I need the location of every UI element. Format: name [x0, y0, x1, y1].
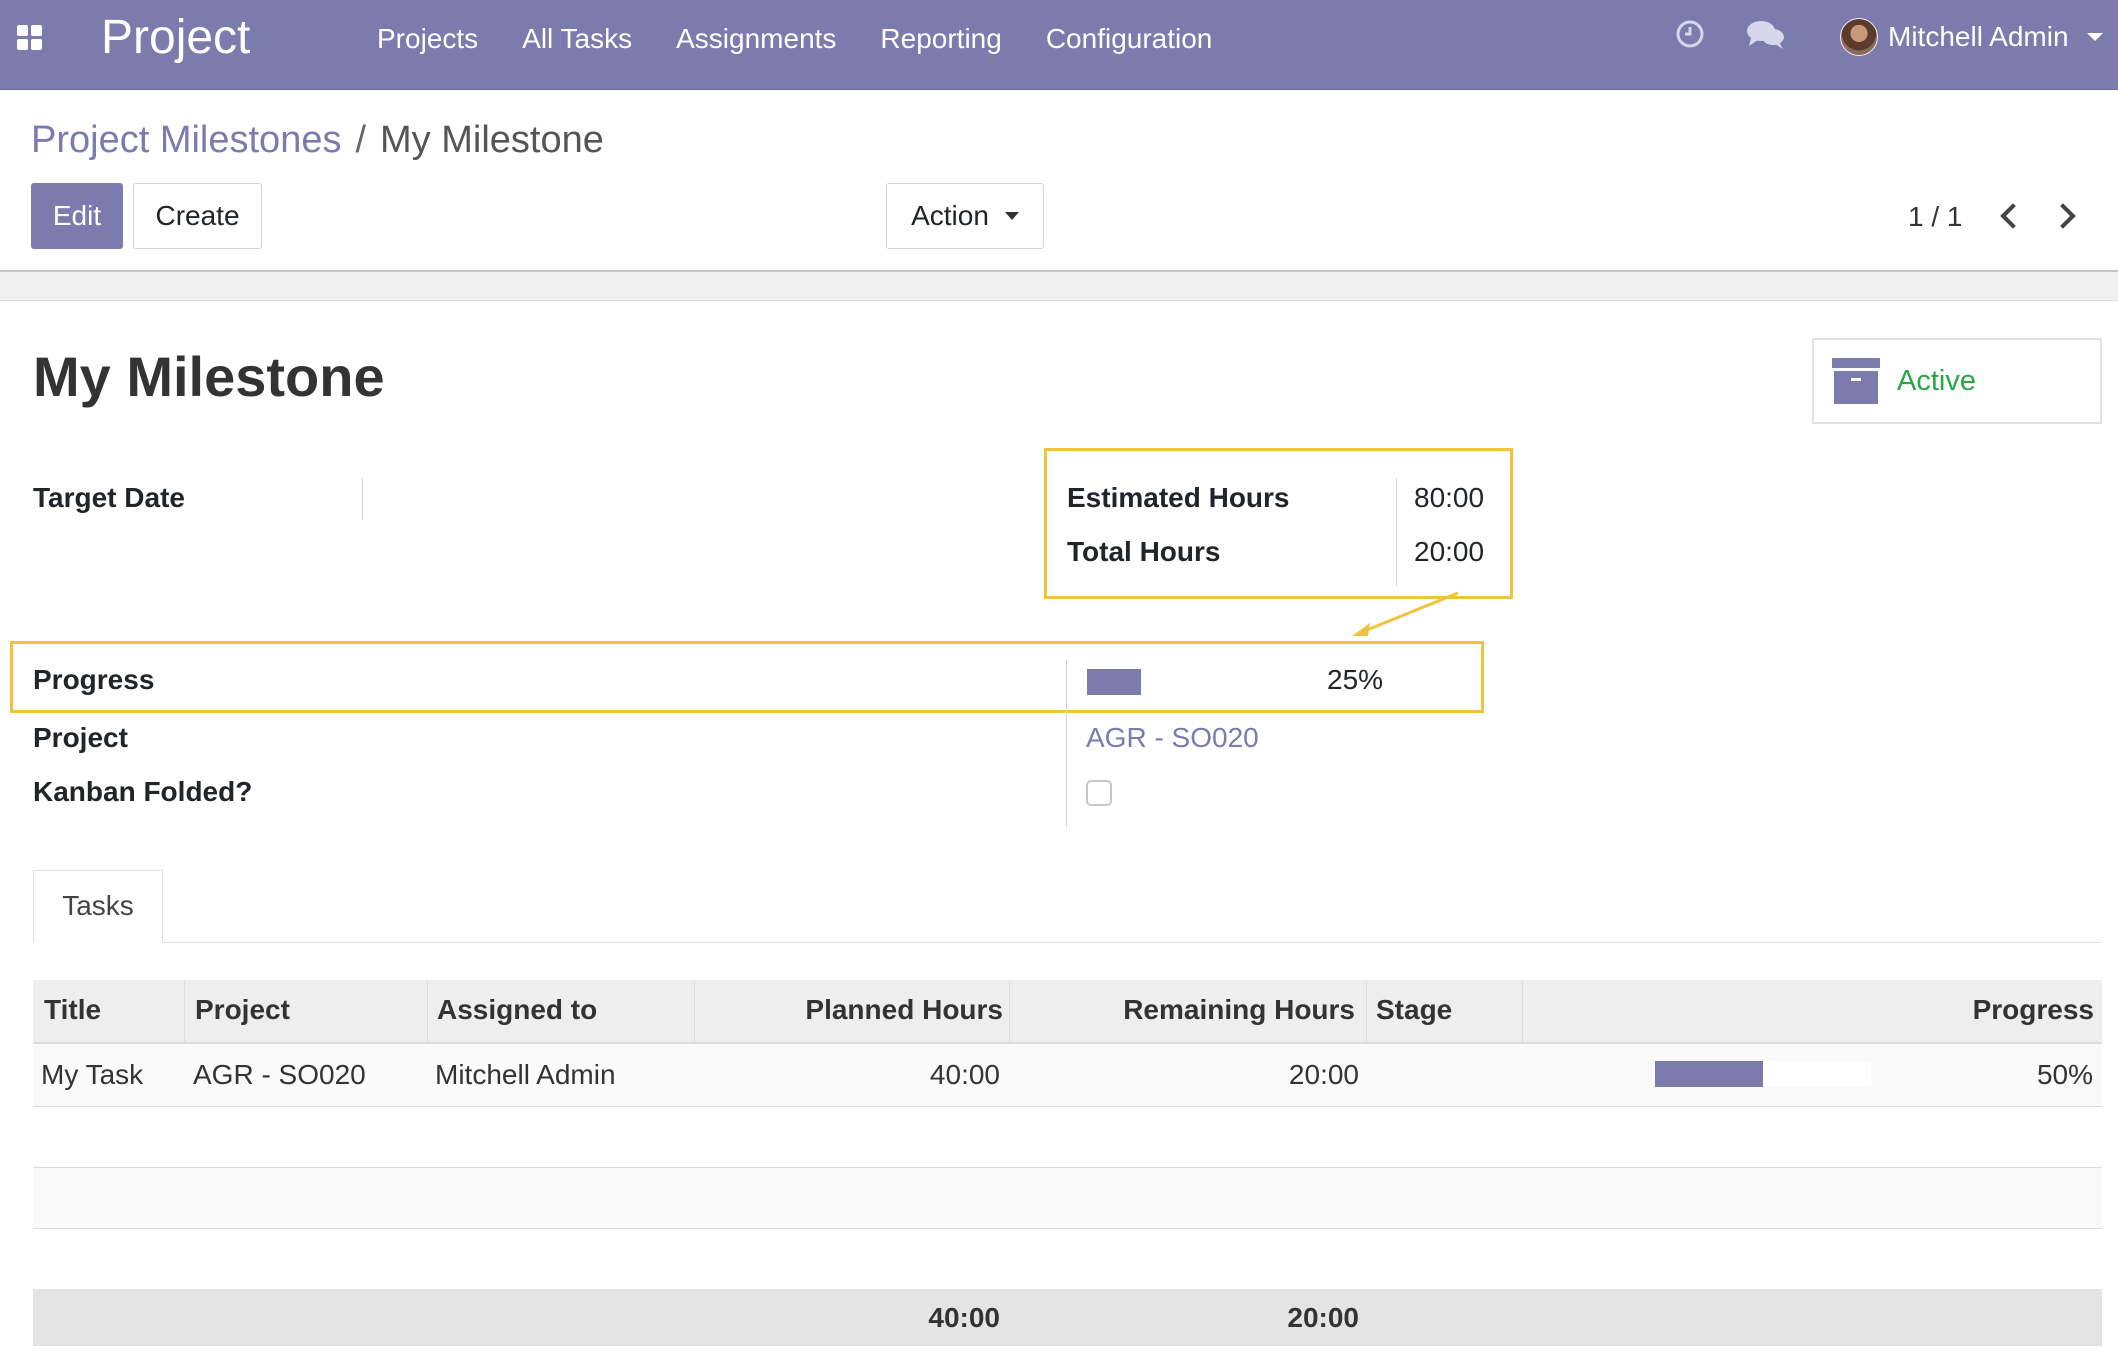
menu-reporting[interactable]: Reporting [880, 0, 1001, 77]
task-title-cell: My Task [41, 1059, 144, 1090]
breadcrumb-parent[interactable]: Project Milestones [31, 119, 341, 161]
breadcrumb-current: My Milestone [380, 119, 604, 161]
active-toggle-button[interactable]: Active [1812, 338, 2102, 424]
column-assigned-to[interactable]: Assigned to [437, 980, 597, 1042]
project-label: Project [33, 722, 128, 753]
tasks-table-header: Title Project Assigned to Planned Hours … [33, 980, 2102, 1044]
task-progress-value: 50% [2036, 1059, 2093, 1090]
caret-down-icon [1004, 211, 1019, 220]
user-name: Mitchell Admin [1888, 21, 2069, 52]
progress-label: Progress [33, 664, 155, 695]
task-progress-track [1655, 1061, 1871, 1087]
total-hours-label: Total Hours [1067, 536, 1221, 567]
top-navbar: Project Projects All Tasks Assignments R… [0, 0, 2118, 90]
column-title[interactable]: Title [44, 980, 101, 1042]
create-button[interactable]: Create [133, 183, 262, 249]
total-planned-hours: 40:00 [928, 1302, 1000, 1333]
hours-highlight-box [1044, 448, 1513, 599]
clock-icon[interactable] [1674, 18, 1706, 55]
menu-assignments[interactable]: Assignments [676, 0, 836, 77]
column-planned-hours[interactable]: Planned Hours [695, 980, 1009, 1042]
kanban-folded-label: Kanban Folded? [33, 776, 253, 807]
breadcrumb: Project Milestones / My Milestone [31, 117, 604, 163]
column-divider [1366, 980, 1367, 1042]
menu-all-tasks[interactable]: All Tasks [522, 0, 632, 77]
task-remaining-hours-cell: 20:00 [1288, 1059, 1359, 1090]
task-planned-hours-cell: 40:00 [929, 1059, 1000, 1090]
chevron-down-icon [2086, 33, 2103, 41]
chevron-left-icon [2000, 203, 2026, 229]
progress-bar [1087, 669, 1141, 695]
estimated-hours-label: Estimated Hours [1067, 482, 1290, 513]
annotation-arrow-icon [1352, 591, 1459, 636]
tab-tasks[interactable]: Tasks [33, 870, 163, 943]
column-divider [427, 980, 428, 1042]
column-stage[interactable]: Stage [1376, 980, 1452, 1042]
task-progress-bar [1655, 1061, 1763, 1087]
empty-table-row [33, 1168, 2102, 1229]
app-name[interactable]: Project [101, 8, 250, 68]
pager-value[interactable]: 1 / 1 [1908, 200, 1962, 234]
column-remaining-hours[interactable]: Remaining Hours [1010, 980, 1361, 1042]
empty-table-row [33, 1229, 2102, 1290]
edit-button[interactable]: Edit [31, 183, 123, 249]
task-project-cell: AGR - SO020 [193, 1059, 366, 1090]
breadcrumb-separator: / [355, 119, 367, 161]
field-divider [362, 478, 363, 520]
target-date-label: Target Date [33, 482, 185, 513]
empty-table-row [33, 1107, 2102, 1168]
table-row[interactable]: My Task AGR - SO020 Mitchell Admin 40:00… [33, 1044, 2102, 1107]
archive-icon [1832, 358, 1880, 406]
control-panel: Project Milestones / My Milestone Edit Cre… [0, 90, 2118, 272]
field-divider [1066, 660, 1067, 827]
apps-grid-icon[interactable] [17, 25, 45, 53]
total-hours-value: 20:00 [1414, 536, 1485, 567]
pager-previous-button[interactable] [1988, 199, 2028, 235]
task-assigned-cell: Mitchell Admin [435, 1059, 616, 1090]
column-project[interactable]: Project [195, 980, 290, 1042]
column-divider [184, 980, 185, 1042]
project-link[interactable]: AGR - SO020 [1086, 721, 1259, 755]
main-menu: Projects All Tasks Assignments Reporting… [377, 0, 1256, 77]
kanban-folded-checkbox[interactable] [1086, 780, 1112, 806]
record-title: My Milestone [33, 345, 385, 408]
progress-value: 25% [1327, 664, 1384, 695]
progress-highlight-box [10, 641, 1484, 713]
field-divider [1396, 478, 1397, 586]
avatar [1840, 18, 1878, 56]
estimated-hours-value: 80:00 [1414, 482, 1485, 513]
pager-next-button[interactable] [2046, 199, 2086, 235]
menu-configuration[interactable]: Configuration [1046, 0, 1213, 77]
chevron-right-icon [2050, 203, 2076, 229]
total-remaining-hours: 20:00 [1287, 1302, 1359, 1333]
tabs-underline [33, 942, 2102, 943]
menu-projects[interactable]: Projects [377, 0, 478, 77]
chat-icon[interactable] [1746, 18, 1786, 57]
column-progress[interactable]: Progress [1523, 980, 2094, 1042]
user-menu[interactable]: Mitchell Admin [1840, 17, 2103, 57]
status-active-label: Active [1897, 365, 1976, 397]
view-separator [0, 272, 2118, 301]
action-label: Action [911, 200, 989, 231]
table-footer-totals: 40:00 20:00 [33, 1289, 2102, 1346]
action-dropdown[interactable]: Action [886, 183, 1044, 249]
